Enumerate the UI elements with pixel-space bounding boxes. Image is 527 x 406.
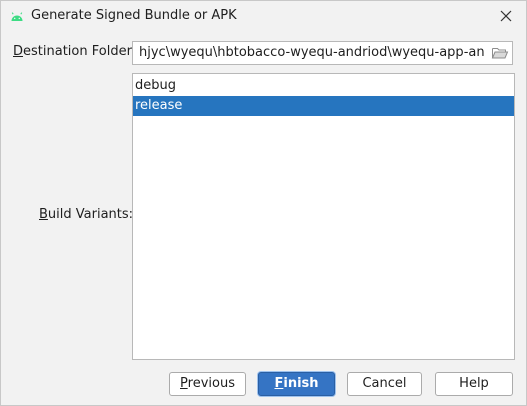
finish-button[interactable]: Finish: [258, 372, 335, 396]
title-bar: Generate Signed Bundle or APK: [1, 1, 526, 33]
help-button[interactable]: Help: [435, 372, 513, 396]
previous-button[interactable]: Previous: [169, 372, 246, 396]
close-icon[interactable]: [498, 8, 514, 24]
list-item-debug[interactable]: debug: [133, 76, 514, 96]
build-variants-label: Build Variants:: [39, 207, 134, 222]
android-icon: [11, 12, 23, 21]
cancel-button[interactable]: Cancel: [347, 372, 422, 396]
destination-folder-input[interactable]: [133, 42, 485, 64]
folder-open-icon[interactable]: [491, 45, 509, 61]
build-variants-list[interactable]: debug release: [132, 73, 515, 360]
destination-folder-field: [132, 41, 513, 65]
list-item-release[interactable]: release: [133, 96, 514, 116]
window-title: Generate Signed Bundle or APK: [31, 8, 237, 23]
destination-folder-label: Destination Folder:: [13, 44, 137, 59]
generate-signed-apk-dialog: Generate Signed Bundle or APK Destinatio…: [0, 0, 527, 406]
